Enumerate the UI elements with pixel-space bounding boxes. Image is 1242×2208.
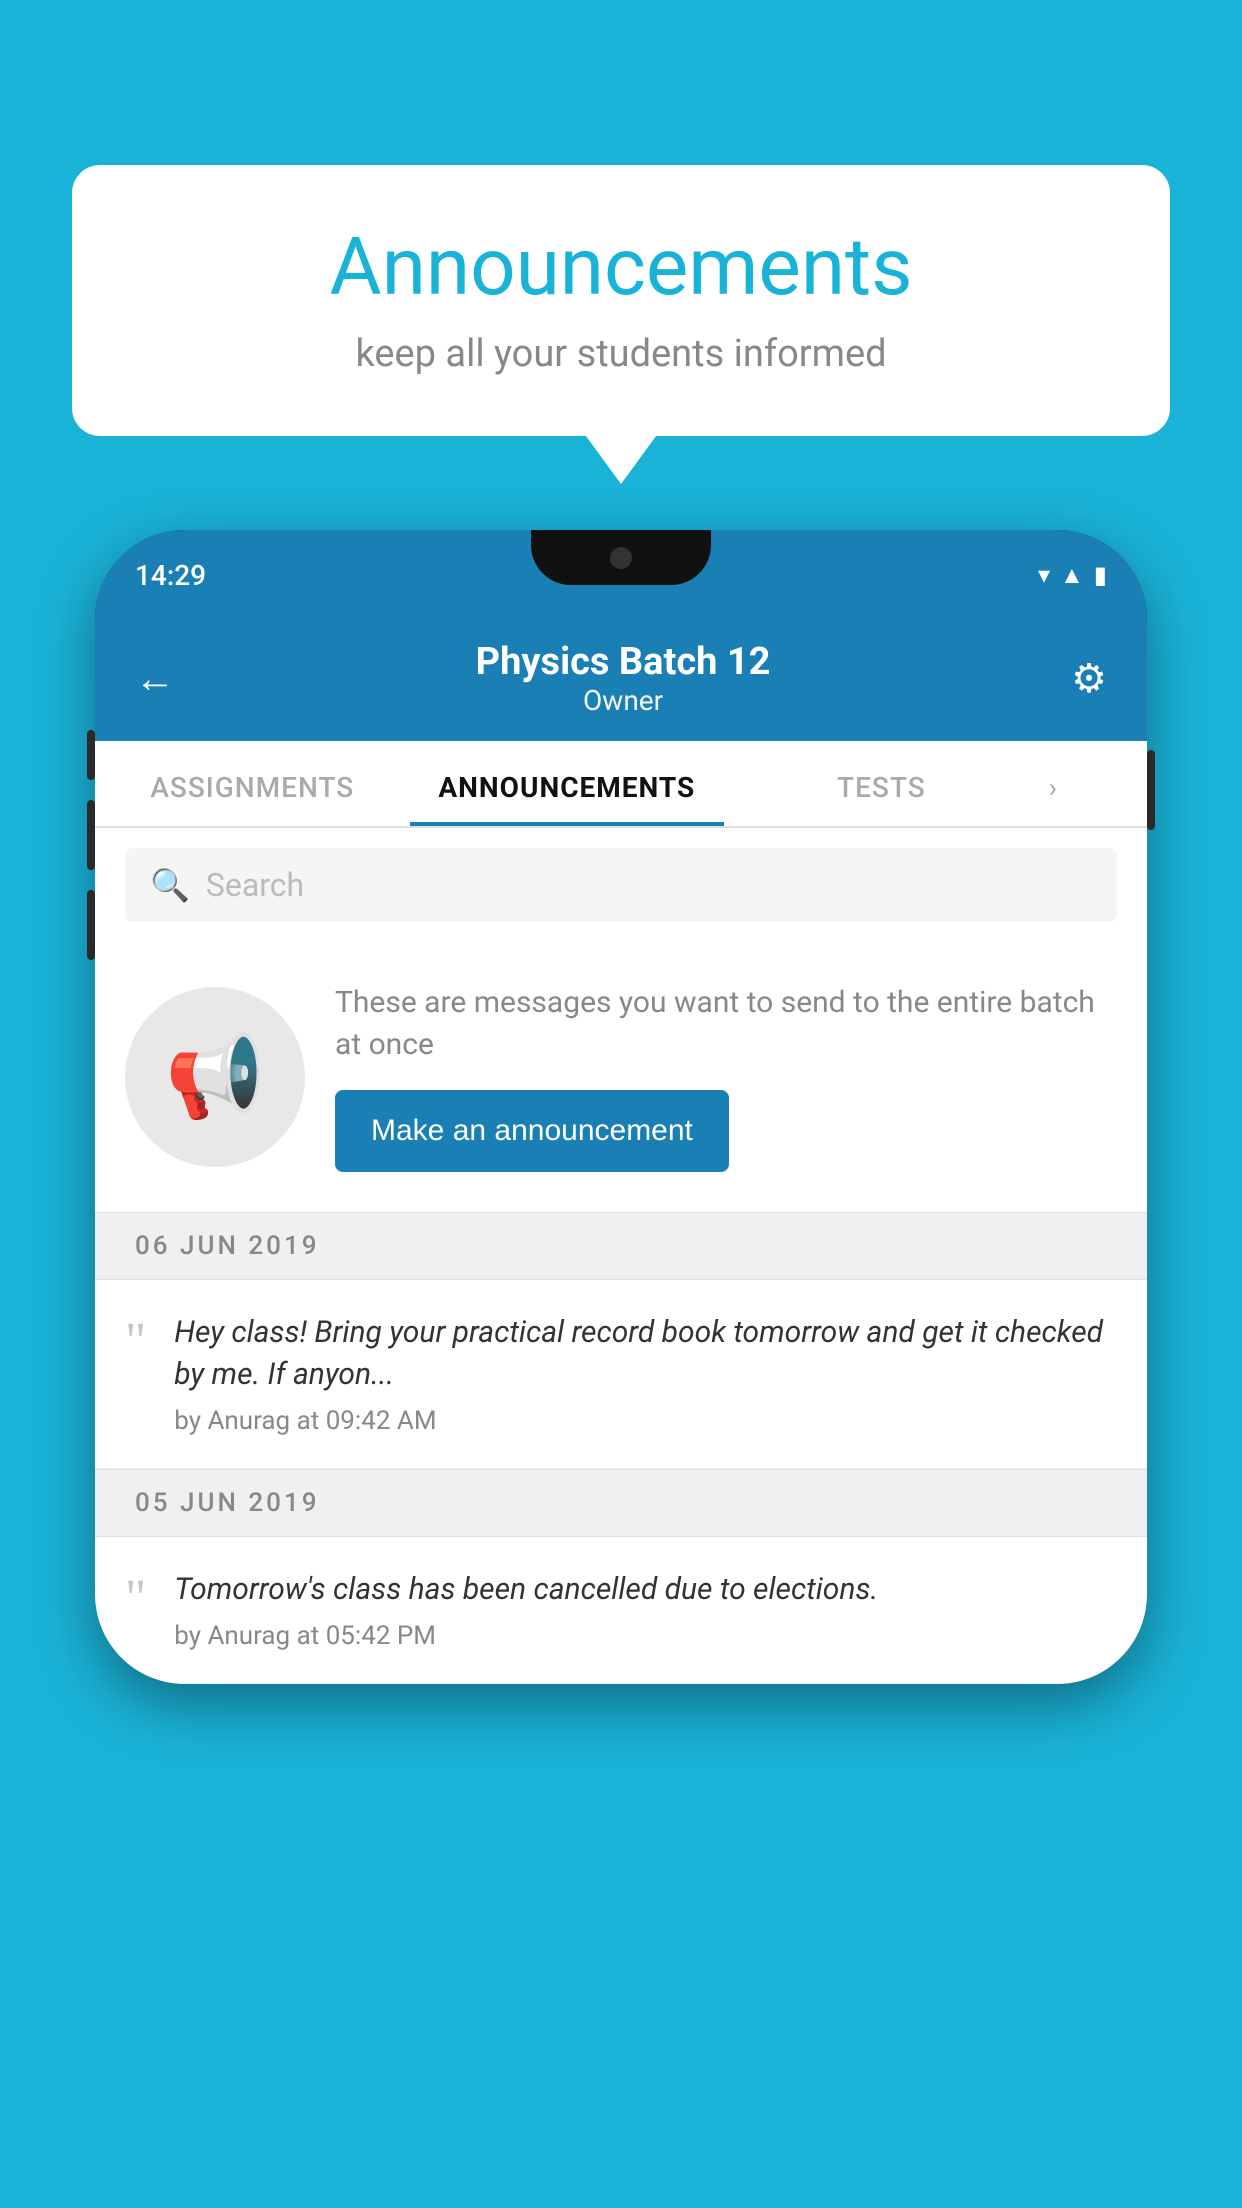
tab-announcements[interactable]: ANNOUNCEMENTS (410, 741, 725, 826)
announcement-content-2: Tomorrow's class has been cancelled due … (174, 1569, 1117, 1651)
wifi-icon: ▾ (1038, 561, 1050, 589)
phone-container: 14:29 ▾ ▲ ▮ ← Physics Batch 12 Owner (95, 530, 1147, 1684)
quote-icon-1: " (125, 1316, 146, 1368)
app-header: ← Physics Batch 12 Owner ⚙ (95, 620, 1147, 741)
status-icons: ▾ ▲ ▮ (1038, 561, 1107, 590)
tab-assignments[interactable]: ASSIGNMENTS (95, 741, 410, 826)
speech-bubble: Announcements keep all your students inf… (72, 165, 1170, 436)
tab-tests[interactable]: TESTS (724, 741, 1039, 826)
phone-side-button-left-3 (87, 890, 95, 960)
speech-bubble-container: Announcements keep all your students inf… (72, 165, 1170, 436)
phone-notch (531, 530, 711, 585)
speech-bubble-title: Announcements (122, 220, 1120, 314)
tabs-bar: ASSIGNMENTS ANNOUNCEMENTS TESTS › (95, 741, 1147, 828)
batch-title: Physics Batch 12 (476, 640, 771, 684)
megaphone-icon: 📢 (165, 1030, 265, 1124)
settings-icon[interactable]: ⚙ (1071, 655, 1107, 702)
phone-side-button-left-1 (87, 730, 95, 780)
speech-bubble-subtitle: keep all your students informed (122, 332, 1120, 376)
owner-label: Owner (476, 684, 771, 717)
camera-dot (610, 547, 632, 569)
announcement-icon-circle: 📢 (125, 987, 305, 1167)
header-center: Physics Batch 12 Owner (476, 640, 771, 717)
quote-icon-2: " (125, 1573, 146, 1625)
announcement-content-1: Hey class! Bring your practical record b… (174, 1312, 1117, 1436)
announcement-text-1: Hey class! Bring your practical record b… (174, 1312, 1117, 1396)
announcement-promo: 📢 These are messages you want to send to… (95, 942, 1147, 1212)
search-placeholder: Search (206, 866, 304, 904)
announcement-promo-right: These are messages you want to send to t… (335, 982, 1117, 1172)
signal-icon: ▲ (1060, 561, 1084, 590)
search-container: 🔍 Search (95, 828, 1147, 942)
announcement-item-1[interactable]: " Hey class! Bring your practical record… (95, 1280, 1147, 1469)
search-bar[interactable]: 🔍 Search (125, 848, 1117, 922)
status-bar: 14:29 ▾ ▲ ▮ (95, 530, 1147, 620)
status-time: 14:29 (135, 559, 206, 592)
announcement-text-2: Tomorrow's class has been cancelled due … (174, 1569, 1117, 1611)
phone: 14:29 ▾ ▲ ▮ ← Physics Batch 12 Owner (95, 530, 1147, 1684)
announcement-promo-description: These are messages you want to send to t… (335, 982, 1117, 1066)
make-announcement-button[interactable]: Make an announcement (335, 1090, 729, 1172)
announcement-item-2[interactable]: " Tomorrow's class has been cancelled du… (95, 1537, 1147, 1684)
phone-screen: ← Physics Batch 12 Owner ⚙ ASSIGNMENTS A… (95, 620, 1147, 1684)
phone-side-button-left-2 (87, 800, 95, 870)
date-separator-2: 05 JUN 2019 (95, 1469, 1147, 1537)
announcement-author-1: by Anurag at 09:42 AM (174, 1406, 1117, 1436)
back-button[interactable]: ← (135, 655, 175, 702)
announcement-author-2: by Anurag at 05:42 PM (174, 1621, 1117, 1651)
search-icon: 🔍 (150, 866, 190, 904)
tab-more-icon[interactable]: › (1039, 741, 1147, 826)
date-separator-1: 06 JUN 2019 (95, 1212, 1147, 1280)
phone-side-button-right (1147, 750, 1155, 830)
battery-icon: ▮ (1094, 561, 1107, 589)
phone-wrapper: 14:29 ▾ ▲ ▮ ← Physics Batch 12 Owner (95, 530, 1147, 1684)
